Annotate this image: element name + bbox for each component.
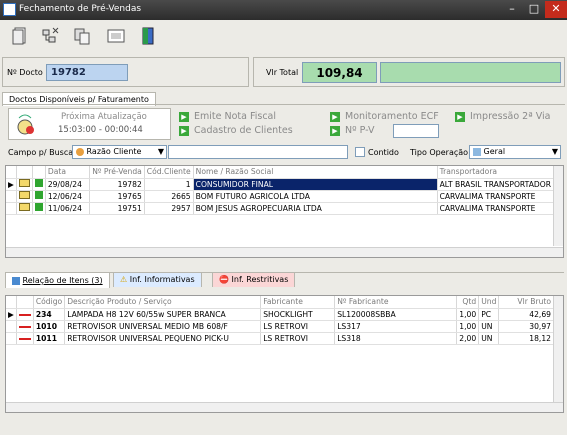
- total-panel: Vlr Total 109,84: [253, 57, 565, 87]
- items-vscrollbar[interactable]: [553, 296, 563, 402]
- documents-vscrollbar[interactable]: [553, 166, 563, 246]
- arrow-right-icon: ▶: [179, 112, 189, 122]
- col-descricao[interactable]: Descrição Produto / Serviço: [64, 296, 262, 309]
- col-qtd[interactable]: Qtd: [456, 296, 480, 309]
- vlrtotal-label: Vlr Total: [266, 68, 299, 77]
- chevron-down-icon[interactable]: ▼: [552, 147, 558, 156]
- update-time: 15:03:00 - 00:00:44: [58, 125, 143, 135]
- minimize-button[interactable]: –: [501, 1, 523, 18]
- items-grid: Código Descrição Produto / Serviço Fabri…: [5, 295, 564, 413]
- chevron-down-icon[interactable]: ▼: [158, 147, 164, 156]
- items-hscrollbar[interactable]: [6, 402, 563, 412]
- copy-documents-icon[interactable]: [72, 26, 92, 46]
- print-2via-link[interactable]: Impressão 2ª Via: [470, 111, 550, 122]
- npv-label: Nº P-V: [345, 125, 375, 136]
- op-value: Geral: [483, 147, 506, 156]
- preview-icon[interactable]: [106, 26, 126, 46]
- tree-delete-icon[interactable]: [40, 26, 60, 46]
- window-title: Fechamento de Pré-Vendas: [19, 4, 142, 14]
- arrow-right-icon: ▶: [179, 126, 189, 136]
- col-razao-social[interactable]: Nome / Razão Social: [193, 166, 438, 179]
- documents-grid: Data Nº Pré-Venda Cód.Cliente Nome / Raz…: [5, 165, 564, 258]
- list-icon: [473, 147, 481, 156]
- emit-nf-link[interactable]: Emite Nota Fiscal: [194, 111, 276, 122]
- envelope-icon: [18, 179, 30, 187]
- col-data[interactable]: Data: [45, 166, 91, 179]
- exit-door-icon[interactable]: [138, 26, 158, 46]
- update-box: Próxima Atualização 15:03:00 - 00:00:44: [8, 108, 171, 140]
- arrow-right-icon: ▶: [330, 126, 340, 136]
- tab-inf-informativas[interactable]: ⚠ Inf. Informativas: [113, 272, 202, 287]
- col-cod-cliente[interactable]: Cód.Cliente: [144, 166, 194, 179]
- envelope-icon: [18, 203, 30, 211]
- documents-grid-header: Data Nº Pré-Venda Cód.Cliente Nome / Raz…: [6, 166, 555, 179]
- app-icon: [3, 3, 16, 16]
- clock-signal-icon: [13, 112, 37, 136]
- minus-icon: [18, 325, 31, 328]
- total-extra-field: [380, 62, 561, 83]
- maximize-button[interactable]: □: [523, 1, 545, 18]
- documents-hscrollbar[interactable]: [6, 247, 563, 257]
- col-transportadora[interactable]: Transportadora: [437, 166, 555, 179]
- monitor-ecf-link[interactable]: Monitoramento ECF: [345, 111, 439, 122]
- document-icon[interactable]: [10, 26, 30, 46]
- flag-icon: [34, 191, 43, 199]
- toolbar: [0, 20, 567, 56]
- col-fabricante[interactable]: Fabricante: [260, 296, 336, 309]
- vlrtotal-value: 109,84: [302, 62, 377, 83]
- tab-divider: [2, 104, 565, 105]
- search-field-select[interactable]: Razão Cliente ▼: [72, 145, 167, 159]
- docto-panel: Nº Docto 19782: [2, 57, 249, 87]
- tab-inf-restritivas[interactable]: ⛔ Inf. Restritivas: [212, 272, 296, 287]
- ndocto-label: Nº Docto: [7, 68, 43, 77]
- arrow-right-icon: ▶: [455, 112, 465, 122]
- table-row[interactable]: 12/06/24 19765 2665 BOM FUTURO AGRICOLA …: [6, 190, 555, 203]
- table-row[interactable]: ▶ 29/08/24 19782 1 CONSUMIDOR FINAL ALT …: [6, 178, 555, 191]
- table-row[interactable]: 1011 RETROVISOR UNIVERSAL PEQUENO PICK-U…: [6, 332, 554, 345]
- search-field-value: Razão Cliente: [86, 147, 142, 156]
- col-num-fabricante[interactable]: Nº Fabricante: [334, 296, 458, 309]
- search-input[interactable]: [168, 145, 348, 159]
- col-num-prevenda[interactable]: Nº Pré-Venda: [89, 166, 145, 179]
- col-vlr-bruto[interactable]: Vlr Bruto: [498, 296, 554, 309]
- table-row[interactable]: 11/06/24 19751 2957 BOM JESUS AGROPECUAR…: [6, 202, 555, 215]
- row-pointer-icon: ▶: [6, 178, 17, 191]
- arrow-right-icon: ▶: [330, 112, 340, 122]
- col-codigo[interactable]: Código: [33, 296, 66, 309]
- title-bar: Fechamento de Pré-Vendas – □ ✕: [0, 0, 567, 20]
- contido-label: Contido: [368, 148, 399, 157]
- minus-icon: [18, 313, 31, 316]
- user-icon: [76, 147, 84, 156]
- flag-icon: [34, 203, 43, 211]
- minus-icon: [18, 337, 31, 340]
- contido-checkbox[interactable]: [355, 147, 365, 157]
- list-icon: [12, 276, 20, 285]
- table-row[interactable]: 1010 RETROVISOR UNIVERSAL MEDIO MB 608/F…: [6, 320, 554, 333]
- tab-relacao-itens[interactable]: Relação de Itens (3): [5, 272, 110, 288]
- envelope-icon: [18, 191, 30, 199]
- items-grid-header: Código Descrição Produto / Serviço Fabri…: [6, 296, 554, 309]
- npv-input[interactable]: [393, 124, 439, 138]
- close-button[interactable]: ✕: [545, 1, 567, 18]
- op-select[interactable]: Geral ▼: [469, 145, 561, 159]
- cadastro-link[interactable]: Cadastro de Clientes: [194, 125, 293, 136]
- flag-icon: [34, 179, 43, 187]
- table-row[interactable]: ▶ 234 LAMPADA H8 12V 60/55w SUPER BRANCA…: [6, 308, 554, 321]
- search-field-label: Campo p/ Busca: [8, 148, 74, 157]
- ndocto-field[interactable]: 19782: [46, 64, 128, 81]
- col-und[interactable]: Und: [478, 296, 500, 309]
- row-pointer-icon: ▶: [6, 308, 17, 321]
- op-label: Tipo Operação: [410, 148, 469, 157]
- warning-icon: ⚠: [120, 275, 128, 284]
- restrict-icon: ⛔: [219, 275, 229, 284]
- update-label: Próxima Atualização: [61, 112, 147, 122]
